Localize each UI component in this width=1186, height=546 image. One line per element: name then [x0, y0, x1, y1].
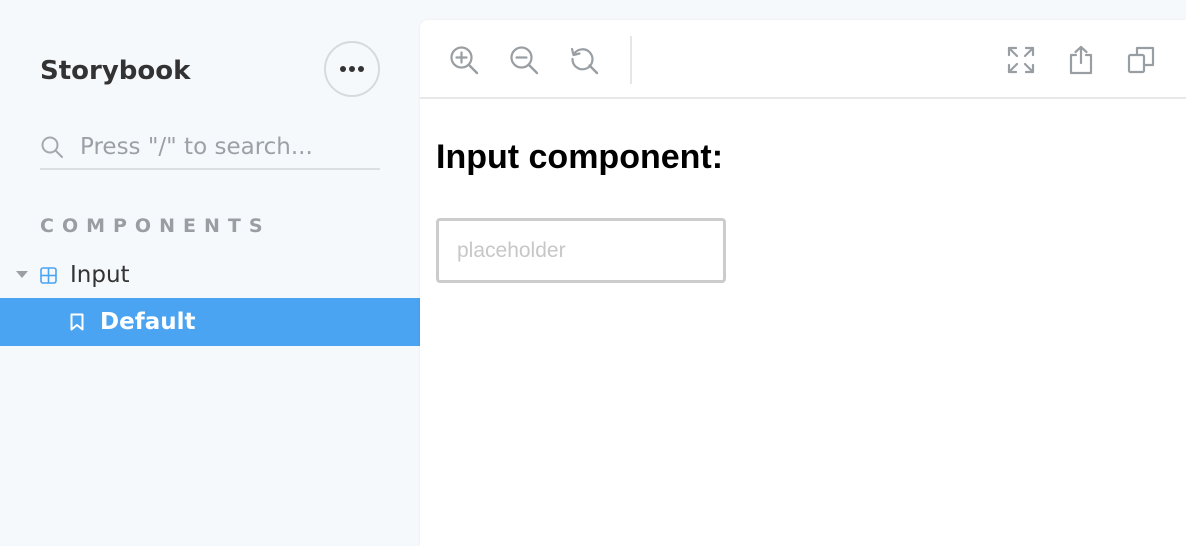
fullscreen-button[interactable]: [1001, 40, 1041, 80]
sidebar-item-label: Input: [70, 262, 130, 288]
search-input[interactable]: [80, 127, 370, 167]
components-section-title: COMPONENTS: [40, 215, 271, 237]
search-box: [40, 126, 380, 170]
preview-panel: Input component:: [420, 20, 1186, 546]
bookmark-icon: [70, 312, 86, 332]
copy-icon: [1127, 46, 1155, 74]
zoom-out-button[interactable]: [504, 40, 544, 80]
component-grid-icon: [40, 266, 58, 284]
story-heading: Input component:: [436, 138, 724, 176]
reset-zoom-icon: [570, 47, 599, 75]
share-icon: [1069, 45, 1093, 75]
copy-link-button[interactable]: [1121, 40, 1161, 80]
reset-zoom-button[interactable]: [564, 40, 604, 80]
sidebar: Storybook COMPONENTS: [0, 0, 420, 546]
storybook-app: Storybook COMPONENTS: [0, 0, 1186, 546]
brand-title[interactable]: Storybook: [40, 56, 190, 86]
sidebar-item-label: Default: [100, 309, 196, 335]
zoom-out-icon: [510, 46, 539, 75]
story-text-input[interactable]: [436, 218, 726, 283]
sidebar-item-input[interactable]: Input: [0, 251, 420, 299]
zoom-in-icon: [450, 46, 479, 75]
zoom-in-button[interactable]: [444, 40, 484, 80]
toolbar-divider: [630, 36, 632, 84]
caret-down-icon[interactable]: [16, 271, 28, 279]
toolbar: [420, 20, 1186, 99]
search-icon: [40, 134, 66, 160]
sidebar-item-default[interactable]: Default: [0, 298, 420, 346]
ellipsis-icon: [340, 66, 364, 72]
sidebar-menu-button[interactable]: [324, 41, 380, 97]
share-button[interactable]: [1061, 40, 1101, 80]
story-canvas: Input component:: [436, 138, 726, 283]
fullscreen-icon: [1007, 46, 1035, 74]
